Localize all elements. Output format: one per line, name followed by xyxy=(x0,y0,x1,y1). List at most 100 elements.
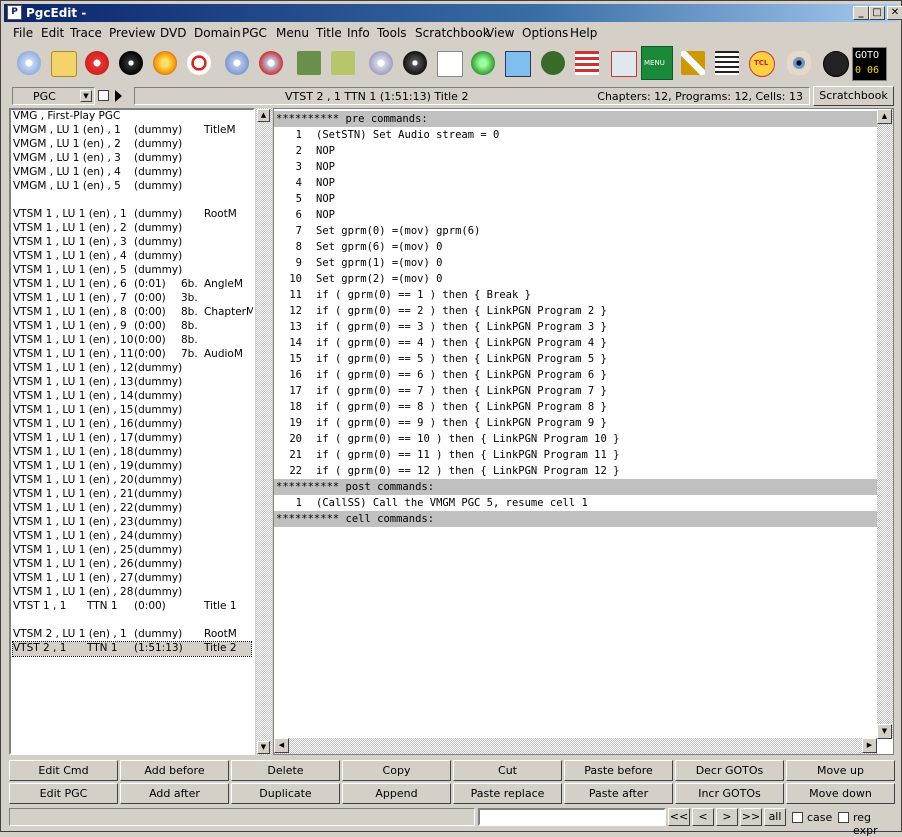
tree-row[interactable]: VTSM 1 , LU 1 (en) , 18 (dummy) xyxy=(13,446,251,460)
bookmark-add-icon[interactable] xyxy=(327,46,359,80)
move-down-button[interactable]: Move down xyxy=(786,783,895,804)
menu-help[interactable]: Help xyxy=(570,26,597,40)
paste-replace-button[interactable]: Paste replace xyxy=(453,783,562,804)
number-search-icon[interactable] xyxy=(711,46,743,80)
navigate-icon[interactable] xyxy=(819,46,851,80)
tree-row[interactable]: VTSM 1 , LU 1 (en) , 27 (dummy) xyxy=(13,572,251,586)
open-disc-icon[interactable] xyxy=(13,46,45,80)
tree-row[interactable]: VTSM 1 , LU 1 (en) , 1 (dummy) RootM xyxy=(13,208,251,222)
preview-icon[interactable] xyxy=(501,46,533,80)
tree-row[interactable]: VMGM , LU 1 (en) , 4 (dummy) xyxy=(13,166,251,180)
append-button[interactable]: Append xyxy=(342,783,451,804)
scratchbook-button[interactable]: Scratchbook xyxy=(813,86,894,106)
command-line[interactable]: 18 if ( gprm(0) == 8 ) then { LinkPGN Pro… xyxy=(274,399,877,415)
menu-view[interactable]: View xyxy=(486,26,514,40)
copy-button[interactable]: Copy xyxy=(342,760,451,781)
command-line[interactable]: 1 (SetSTN) Set Audio stream = 0 xyxy=(274,127,877,143)
command-line[interactable]: 19 if ( gprm(0) == 9 ) then { LinkPGN Pro… xyxy=(274,415,877,431)
editor-vertical-scrollbar[interactable]: ▲ ▼ xyxy=(877,109,893,739)
prev-match-button[interactable]: < xyxy=(692,808,714,826)
move-up-button[interactable]: Move up xyxy=(786,760,895,781)
check-disc-icon[interactable] xyxy=(365,46,397,80)
menu-trace[interactable]: Trace xyxy=(70,26,102,40)
menu-scratchbook[interactable]: Scratchbook xyxy=(415,26,490,40)
add-after-button[interactable]: Add after xyxy=(120,783,229,804)
cut-button[interactable]: Cut xyxy=(453,760,562,781)
tree-row[interactable]: VMGM , LU 1 (en) , 3 (dummy) xyxy=(13,152,251,166)
menu-title[interactable]: Title xyxy=(316,26,342,40)
tree-row[interactable]: VTSM 1 , LU 1 (en) , 7 (0:00) 3b. xyxy=(13,292,251,306)
command-editor[interactable]: ********** pre commands: 1 (SetSTN) Set Au… xyxy=(273,108,894,755)
menu-options[interactable]: Options xyxy=(522,26,568,40)
command-line[interactable]: 3 NOP xyxy=(274,159,877,175)
burn-icon[interactable] xyxy=(149,46,181,80)
tree-row[interactable]: VTSM 1 , LU 1 (en) , 12 (dummy) xyxy=(13,362,251,376)
grid-remove-icon[interactable] xyxy=(607,46,639,80)
command-line[interactable]: 7 Set gprm(0) =(mov) gprm(6) xyxy=(274,223,877,239)
tree-row[interactable]: VTSM 1 , LU 1 (en) , 2 (dummy) xyxy=(13,222,251,236)
regexpr-checkbox[interactable] xyxy=(838,812,849,823)
chameleon-icon[interactable] xyxy=(537,46,569,80)
tree-row[interactable]: VTSM 2 , LU 1 (en) , 1 (dummy) RootM xyxy=(13,628,251,642)
edit-pgc-button[interactable]: Edit PGC xyxy=(9,783,118,804)
tree-row[interactable]: VTSM 1 , LU 1 (en) , 11 (0:00) 7b. AudioM xyxy=(13,348,251,362)
tree-row[interactable]: VTSM 1 , LU 1 (en) , 3 (dummy) xyxy=(13,236,251,250)
command-line[interactable]: 9 Set gprm(1) =(mov) 0 xyxy=(274,255,877,271)
chevron-down-icon[interactable]: ▼ xyxy=(80,90,92,102)
duplicate-button[interactable]: Duplicate xyxy=(231,783,340,804)
link-icon[interactable] xyxy=(677,46,709,80)
tree-row[interactable]: VTSM 1 , LU 1 (en) , 23 (dummy) xyxy=(13,516,251,530)
tree-row[interactable]: VTSM 1 , LU 1 (en) , 24 (dummy) xyxy=(13,530,251,544)
tree-row[interactable]: VTSM 1 , LU 1 (en) , 14 (dummy) xyxy=(13,390,251,404)
menu-edit[interactable]: Edit xyxy=(41,26,64,40)
tcl-disc-icon[interactable] xyxy=(399,46,431,80)
command-line[interactable]: 17 if ( gprm(0) == 7 ) then { LinkPGN Pro… xyxy=(274,383,877,399)
find-icon[interactable] xyxy=(183,46,215,80)
pgc-tree[interactable]: VMG , First-Play PGC VMGM , LU 1 (en) , 1… xyxy=(9,108,255,755)
close-button[interactable]: ✕ xyxy=(887,6,902,20)
tree-row[interactable]: VTSM 1 , LU 1 (en) , 16 (dummy) xyxy=(13,418,251,432)
all-matches-button[interactable]: all xyxy=(764,808,786,826)
command-line[interactable]: 2 NOP xyxy=(274,143,877,159)
command-line[interactable]: 15 if ( gprm(0) == 5 ) then { LinkPGN Pro… xyxy=(274,351,877,367)
tree-row[interactable]: VTSM 1 , LU 1 (en) , 21 (dummy) xyxy=(13,488,251,502)
command-line[interactable]: 16 if ( gprm(0) == 6 ) then { LinkPGN Pro… xyxy=(274,367,877,383)
tree-row[interactable]: VMG , First-Play PGC xyxy=(13,110,251,124)
eye-icon[interactable] xyxy=(783,46,815,80)
tree-row[interactable]: VTSM 1 , LU 1 (en) , 19 (dummy) xyxy=(13,460,251,474)
tree-row[interactable] xyxy=(13,614,251,628)
scroll-down-icon[interactable]: ▼ xyxy=(877,724,892,739)
bookmark-icon[interactable] xyxy=(293,46,325,80)
tree-row[interactable]: VTSM 1 , LU 1 (en) , 22 (dummy) xyxy=(13,502,251,516)
menu-pgc[interactable]: PGC xyxy=(242,26,267,40)
tree-row[interactable]: VTSM 1 , LU 1 (en) , 8 (0:00) 8b. ChapterM xyxy=(13,306,253,320)
first-match-button[interactable]: << xyxy=(668,808,690,826)
command-line[interactable]: 13 if ( gprm(0) == 3 ) then { LinkPGN Pro… xyxy=(274,319,877,335)
menu-dvd[interactable]: DVD xyxy=(160,26,186,40)
search-input[interactable] xyxy=(478,808,666,826)
command-line[interactable]: 12 if ( gprm(0) == 2 ) then { LinkPGN Pro… xyxy=(274,303,877,319)
tree-row[interactable]: VTSM 1 , LU 1 (en) , 26 (dummy) xyxy=(13,558,251,572)
delete-button[interactable]: Delete xyxy=(231,760,340,781)
tree-row[interactable]: VTSM 1 , LU 1 (en) , 4 (dummy) xyxy=(13,250,251,264)
command-line[interactable]: 4 NOP xyxy=(274,175,877,191)
tree-row[interactable]: VTST 2 , 1 TTN 1 (1:51:13) Title 2 xyxy=(12,641,252,657)
open-folder-icon[interactable] xyxy=(47,46,79,80)
menu-domain[interactable]: Domain xyxy=(194,26,241,40)
tree-row[interactable]: VTSM 1 , LU 1 (en) , 20 (dummy) xyxy=(13,474,251,488)
command-line[interactable]: 21 if ( gprm(0) == 11 ) then { LinkPGN Pr… xyxy=(274,447,877,463)
disc-pair-icon[interactable] xyxy=(221,46,253,80)
tree-row[interactable]: VTSM 1 , LU 1 (en) , 13 (dummy) xyxy=(13,376,251,390)
list-icon[interactable] xyxy=(571,46,603,80)
tree-row[interactable]: VMGM , LU 1 (en) , 2 (dummy) xyxy=(13,138,251,152)
scroll-down-icon[interactable]: ▼ xyxy=(257,741,270,754)
disc-pair-red-icon[interactable] xyxy=(255,46,287,80)
minimize-button[interactable]: _ xyxy=(853,6,869,20)
menu-preview[interactable]: Preview xyxy=(109,26,156,40)
tree-row[interactable]: VTSM 1 , LU 1 (en) , 5 (dummy) xyxy=(13,264,251,278)
decr-gotos-button[interactable]: Decr GOTOs xyxy=(675,760,784,781)
tree-row[interactable]: VTSM 1 , LU 1 (en) , 17 (dummy) xyxy=(13,432,251,446)
command-line[interactable]: 22 if ( gprm(0) == 12 ) then { LinkPGN Pr… xyxy=(274,463,877,479)
trace-disc-icon[interactable] xyxy=(81,46,113,80)
play-icon[interactable] xyxy=(115,90,122,102)
